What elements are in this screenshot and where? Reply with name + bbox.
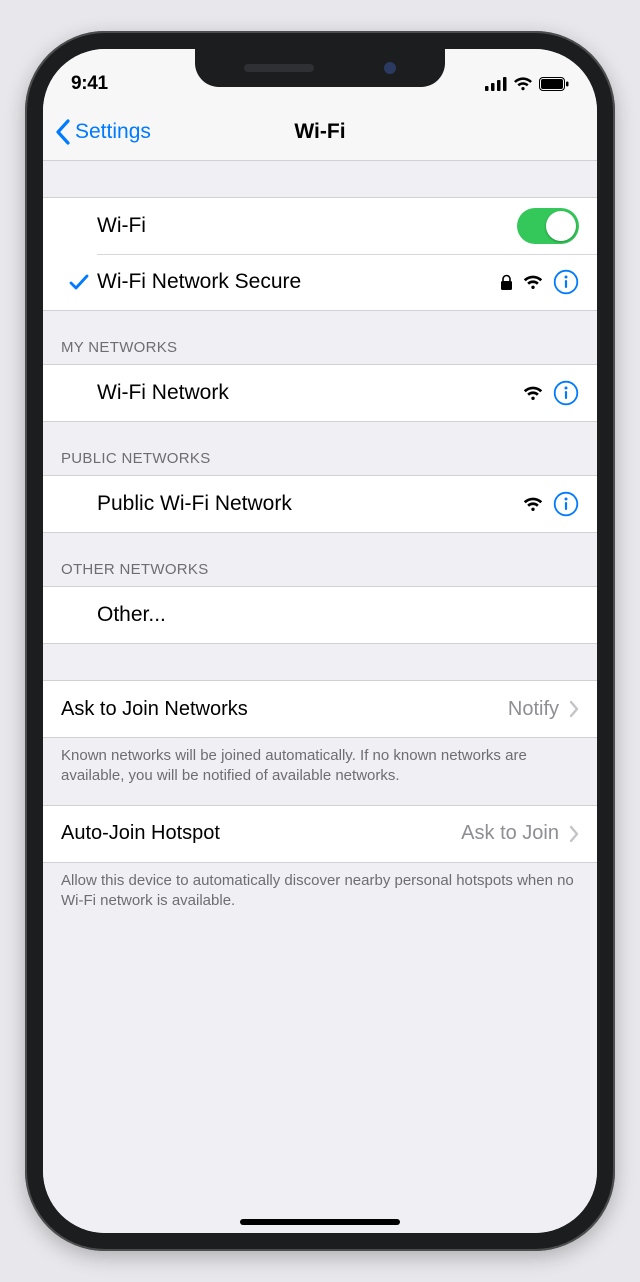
- other-label: Other...: [97, 603, 579, 627]
- wifi-main-group: Wi-Fi Wi-Fi Network Secure: [43, 197, 597, 311]
- lock-icon: [500, 274, 513, 291]
- wifi-toggle-label: Wi-Fi: [97, 214, 517, 238]
- notch: [195, 49, 445, 87]
- my-network-name: Wi-Fi Network: [97, 381, 523, 405]
- ask-to-join-value: Notify: [508, 698, 559, 721]
- wifi-signal-icon: [523, 386, 543, 401]
- wifi-signal-icon: [523, 275, 543, 290]
- cellular-signal-icon: [485, 77, 507, 91]
- status-time: 9:41: [71, 73, 108, 95]
- ask-to-join-row[interactable]: Ask to Join Networks Notify: [43, 681, 597, 737]
- back-button[interactable]: Settings: [55, 103, 151, 160]
- page-title: Wi-Fi: [294, 120, 345, 144]
- public-networks-group: Public Wi-Fi Network: [43, 475, 597, 533]
- ask-to-join-label: Ask to Join Networks: [61, 698, 508, 721]
- chevron-right-icon: [569, 700, 579, 718]
- my-network-row[interactable]: Wi-Fi Network: [43, 365, 597, 421]
- info-icon[interactable]: [553, 269, 579, 295]
- screen: 9:41 Settings Wi-Fi: [43, 49, 597, 1233]
- my-networks-group: Wi-Fi Network: [43, 364, 597, 422]
- ask-to-join-footer: Known networks will be joined automatica…: [43, 738, 597, 805]
- wifi-status-icon: [513, 77, 533, 91]
- auto-join-footer: Allow this device to automatically disco…: [43, 863, 597, 930]
- other-network-row[interactable]: Other...: [43, 587, 597, 643]
- auto-join-value: Ask to Join: [461, 822, 559, 845]
- chevron-left-icon: [55, 119, 71, 145]
- wifi-signal-icon: [523, 497, 543, 512]
- wifi-toggle-row[interactable]: Wi-Fi: [43, 198, 597, 254]
- home-indicator[interactable]: [240, 1219, 400, 1225]
- speaker-grille: [244, 64, 314, 72]
- auto-join-group: Auto-Join Hotspot Ask to Join: [43, 805, 597, 863]
- public-networks-header: PUBLIC NETWORKS: [43, 422, 597, 475]
- my-networks-header: MY NETWORKS: [43, 311, 597, 364]
- ask-to-join-group: Ask to Join Networks Notify: [43, 680, 597, 738]
- chevron-right-icon: [569, 825, 579, 843]
- wifi-toggle[interactable]: [517, 208, 579, 244]
- nav-bar: Settings Wi-Fi: [43, 103, 597, 161]
- connected-network-name: Wi-Fi Network Secure: [97, 270, 500, 294]
- status-icons: [485, 77, 569, 91]
- info-icon[interactable]: [553, 380, 579, 406]
- back-label: Settings: [75, 120, 151, 144]
- other-networks-group: Other...: [43, 586, 597, 644]
- other-networks-header: OTHER NETWORKS: [43, 533, 597, 586]
- public-network-row[interactable]: Public Wi-Fi Network: [43, 476, 597, 532]
- checkmark-icon: [68, 271, 90, 293]
- battery-icon: [539, 77, 569, 91]
- connected-network-row[interactable]: Wi-Fi Network Secure: [43, 254, 597, 310]
- info-icon[interactable]: [553, 491, 579, 517]
- auto-join-label: Auto-Join Hotspot: [61, 822, 461, 845]
- phone-frame: 9:41 Settings Wi-Fi: [25, 31, 615, 1251]
- front-camera: [384, 62, 396, 74]
- auto-join-row[interactable]: Auto-Join Hotspot Ask to Join: [43, 806, 597, 862]
- public-network-name: Public Wi-Fi Network: [97, 492, 523, 516]
- content[interactable]: Wi-Fi Wi-Fi Network Secure: [43, 161, 597, 1233]
